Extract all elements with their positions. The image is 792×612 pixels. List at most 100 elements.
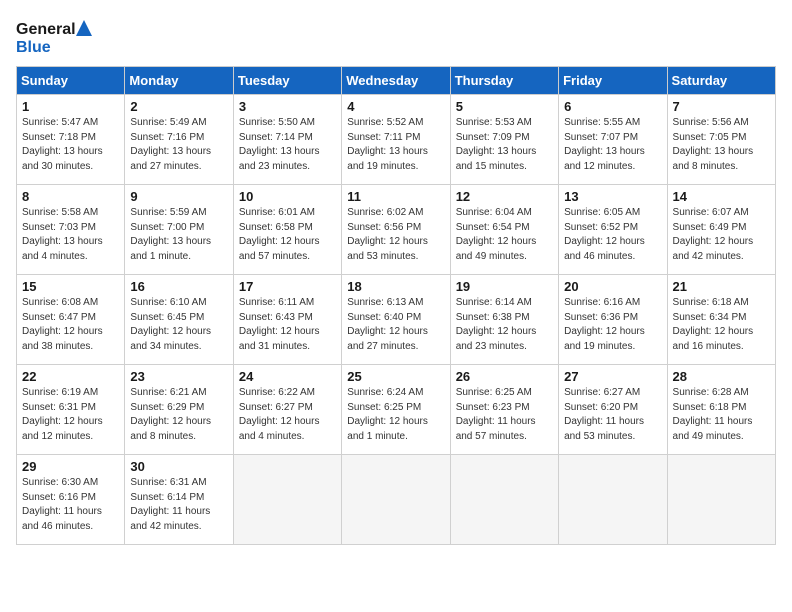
calendar-cell: 14 Sunrise: 6:07 AM Sunset: 6:49 PM Dayli… <box>667 185 775 275</box>
calendar-cell: 18 Sunrise: 6:13 AM Sunset: 6:40 PM Dayli… <box>342 275 450 365</box>
calendar-header-sunday: Sunday <box>17 67 125 95</box>
day-number: 9 <box>130 189 227 204</box>
day-info: Sunrise: 5:59 AM Sunset: 7:00 PM Dayligh… <box>130 206 227 264</box>
day-number: 15 <box>22 279 119 294</box>
week-row-4: 29Sunrise: 6:30 AM Sunset: 6:16 PM Dayli… <box>17 455 776 545</box>
day-number: 23 <box>130 369 227 384</box>
day-number: 24 <box>239 369 336 384</box>
calendar-header-friday: Friday <box>559 67 667 95</box>
calendar-cell: 17 Sunrise: 6:11 AM Sunset: 6:43 PM Dayli… <box>233 275 341 365</box>
day-info: Sunrise: 6:18 AM Sunset: 6:34 PM Dayligh… <box>673 296 770 354</box>
calendar-table: SundayMondayTuesdayWednesdayThursdayFrid… <box>16 66 776 545</box>
day-number: 30 <box>130 459 227 474</box>
calendar-cell: 3 Sunrise: 5:50 AM Sunset: 7:14 PM Daylig… <box>233 95 341 185</box>
calendar-cell: 24 Sunrise: 6:22 AM Sunset: 6:27 PM Dayli… <box>233 365 341 455</box>
calendar-cell: 30Sunrise: 6:31 AM Sunset: 6:14 PM Dayli… <box>125 455 233 545</box>
day-info: Sunrise: 5:49 AM Sunset: 7:16 PM Dayligh… <box>130 116 227 174</box>
day-info: Sunrise: 6:27 AM Sunset: 6:20 PM Dayligh… <box>564 386 661 444</box>
day-info: Sunrise: 6:28 AM Sunset: 6:18 PM Dayligh… <box>673 386 770 444</box>
calendar-cell: 2 Sunrise: 5:49 AM Sunset: 7:16 PM Daylig… <box>125 95 233 185</box>
calendar-cell: 15 Sunrise: 6:08 AM Sunset: 6:47 PM Dayli… <box>17 275 125 365</box>
day-info: Sunrise: 5:53 AM Sunset: 7:09 PM Dayligh… <box>456 116 553 174</box>
day-number: 3 <box>239 99 336 114</box>
day-number: 14 <box>673 189 770 204</box>
calendar-cell <box>559 455 667 545</box>
calendar-cell: 20 Sunrise: 6:16 AM Sunset: 6:36 PM Dayli… <box>559 275 667 365</box>
day-info: Sunrise: 5:52 AM Sunset: 7:11 PM Dayligh… <box>347 116 444 174</box>
day-info: Sunrise: 6:07 AM Sunset: 6:49 PM Dayligh… <box>673 206 770 264</box>
week-row-2: 15 Sunrise: 6:08 AM Sunset: 6:47 PM Dayli… <box>17 275 776 365</box>
calendar-header-monday: Monday <box>125 67 233 95</box>
day-number: 12 <box>456 189 553 204</box>
calendar-cell: 23 Sunrise: 6:21 AM Sunset: 6:29 PM Dayli… <box>125 365 233 455</box>
calendar-cell: 29Sunrise: 6:30 AM Sunset: 6:16 PM Dayli… <box>17 455 125 545</box>
day-number: 17 <box>239 279 336 294</box>
day-number: 1 <box>22 99 119 114</box>
day-info: Sunrise: 6:21 AM Sunset: 6:29 PM Dayligh… <box>130 386 227 444</box>
day-number: 27 <box>564 369 661 384</box>
day-info: Sunrise: 6:19 AM Sunset: 6:31 PM Dayligh… <box>22 386 119 444</box>
calendar-cell: 7 Sunrise: 5:56 AM Sunset: 7:05 PM Daylig… <box>667 95 775 185</box>
day-info: Sunrise: 6:25 AM Sunset: 6:23 PM Dayligh… <box>456 386 553 444</box>
day-info: Sunrise: 6:16 AM Sunset: 6:36 PM Dayligh… <box>564 296 661 354</box>
logo: GeneralBlue <box>16 16 96 56</box>
calendar-cell: 9 Sunrise: 5:59 AM Sunset: 7:00 PM Daylig… <box>125 185 233 275</box>
day-info: Sunrise: 6:13 AM Sunset: 6:40 PM Dayligh… <box>347 296 444 354</box>
day-info: Sunrise: 6:08 AM Sunset: 6:47 PM Dayligh… <box>22 296 119 354</box>
week-row-3: 22 Sunrise: 6:19 AM Sunset: 6:31 PM Dayli… <box>17 365 776 455</box>
day-info: Sunrise: 5:47 AM Sunset: 7:18 PM Dayligh… <box>22 116 119 174</box>
day-info: Sunrise: 5:58 AM Sunset: 7:03 PM Dayligh… <box>22 206 119 264</box>
day-info: Sunrise: 6:10 AM Sunset: 6:45 PM Dayligh… <box>130 296 227 354</box>
calendar-cell: 16 Sunrise: 6:10 AM Sunset: 6:45 PM Dayli… <box>125 275 233 365</box>
calendar-cell <box>667 455 775 545</box>
calendar-cell: 21Sunrise: 6:18 AM Sunset: 6:34 PM Dayli… <box>667 275 775 365</box>
week-row-1: 8 Sunrise: 5:58 AM Sunset: 7:03 PM Daylig… <box>17 185 776 275</box>
day-number: 6 <box>564 99 661 114</box>
day-number: 13 <box>564 189 661 204</box>
page-header: GeneralBlue <box>16 16 776 56</box>
calendar-cell: 22 Sunrise: 6:19 AM Sunset: 6:31 PM Dayli… <box>17 365 125 455</box>
day-number: 18 <box>347 279 444 294</box>
calendar-cell: 8 Sunrise: 5:58 AM Sunset: 7:03 PM Daylig… <box>17 185 125 275</box>
day-number: 11 <box>347 189 444 204</box>
calendar-cell: 10Sunrise: 6:01 AM Sunset: 6:58 PM Dayli… <box>233 185 341 275</box>
day-info: Sunrise: 6:30 AM Sunset: 6:16 PM Dayligh… <box>22 476 119 534</box>
day-info: Sunrise: 6:14 AM Sunset: 6:38 PM Dayligh… <box>456 296 553 354</box>
day-number: 19 <box>456 279 553 294</box>
calendar-cell: 25 Sunrise: 6:24 AM Sunset: 6:25 PM Dayli… <box>342 365 450 455</box>
day-info: Sunrise: 6:02 AM Sunset: 6:56 PM Dayligh… <box>347 206 444 264</box>
day-number: 16 <box>130 279 227 294</box>
calendar-cell: 19 Sunrise: 6:14 AM Sunset: 6:38 PM Dayli… <box>450 275 558 365</box>
calendar-header-wednesday: Wednesday <box>342 67 450 95</box>
calendar-cell: 4 Sunrise: 5:52 AM Sunset: 7:11 PM Daylig… <box>342 95 450 185</box>
calendar-header-tuesday: Tuesday <box>233 67 341 95</box>
calendar-cell: 28 Sunrise: 6:28 AM Sunset: 6:18 PM Dayli… <box>667 365 775 455</box>
week-row-0: 1 Sunrise: 5:47 AM Sunset: 7:18 PM Daylig… <box>17 95 776 185</box>
day-number: 5 <box>456 99 553 114</box>
calendar-header-saturday: Saturday <box>667 67 775 95</box>
day-info: Sunrise: 6:24 AM Sunset: 6:25 PM Dayligh… <box>347 386 444 444</box>
day-number: 4 <box>347 99 444 114</box>
calendar-cell <box>450 455 558 545</box>
calendar-cell: 12Sunrise: 6:04 AM Sunset: 6:54 PM Dayli… <box>450 185 558 275</box>
day-number: 2 <box>130 99 227 114</box>
day-number: 22 <box>22 369 119 384</box>
day-number: 8 <box>22 189 119 204</box>
day-number: 25 <box>347 369 444 384</box>
day-info: Sunrise: 5:56 AM Sunset: 7:05 PM Dayligh… <box>673 116 770 174</box>
day-info: Sunrise: 6:01 AM Sunset: 6:58 PM Dayligh… <box>239 206 336 264</box>
day-number: 7 <box>673 99 770 114</box>
calendar-cell: 5 Sunrise: 5:53 AM Sunset: 7:09 PM Daylig… <box>450 95 558 185</box>
day-number: 28 <box>673 369 770 384</box>
day-info: Sunrise: 6:11 AM Sunset: 6:43 PM Dayligh… <box>239 296 336 354</box>
logo-icon: GeneralBlue <box>16 16 96 56</box>
svg-text:General: General <box>16 21 76 38</box>
day-info: Sunrise: 5:50 AM Sunset: 7:14 PM Dayligh… <box>239 116 336 174</box>
day-info: Sunrise: 6:05 AM Sunset: 6:52 PM Dayligh… <box>564 206 661 264</box>
day-info: Sunrise: 6:22 AM Sunset: 6:27 PM Dayligh… <box>239 386 336 444</box>
calendar-cell: 6 Sunrise: 5:55 AM Sunset: 7:07 PM Daylig… <box>559 95 667 185</box>
calendar-cell <box>342 455 450 545</box>
calendar-cell: 27 Sunrise: 6:27 AM Sunset: 6:20 PM Dayli… <box>559 365 667 455</box>
day-info: Sunrise: 5:55 AM Sunset: 7:07 PM Dayligh… <box>564 116 661 174</box>
day-number: 20 <box>564 279 661 294</box>
